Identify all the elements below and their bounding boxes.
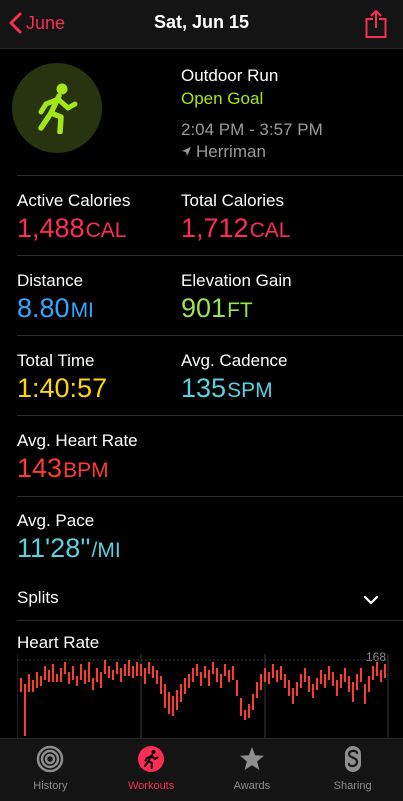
total-time-value: 1:40:57 [17, 373, 108, 403]
tab-label: Workouts [127, 780, 175, 792]
location-label: Herriman [196, 142, 266, 161]
heart-rate-title: Heart Rate [17, 633, 100, 652]
tab-awards[interactable]: Awards [202, 739, 303, 801]
divider [17, 415, 403, 416]
workout-type: Outdoor Run [181, 66, 279, 85]
avg-pace-value: 11'28''/MI [17, 533, 121, 563]
running-figure-icon [12, 63, 102, 153]
divider [17, 255, 403, 256]
divider [17, 620, 403, 621]
splits-row[interactable]: Splits [0, 580, 403, 616]
workout-location: Herriman [181, 142, 266, 162]
splits-label: Splits [17, 588, 59, 607]
tab-label: Sharing [333, 780, 372, 792]
page-title: Sat, Jun 15 [153, 12, 250, 32]
tab-label: History [33, 780, 68, 792]
workout-goal: Open Goal [181, 89, 264, 108]
location-arrow-icon [181, 142, 192, 162]
divider [17, 335, 403, 336]
tab-label: Awards [233, 780, 271, 792]
tab-bar: History Workouts Awards Sharing [0, 738, 403, 801]
avg-heart-rate-value: 143BPM [17, 453, 109, 483]
total-calories-value: 1,712CAL [181, 213, 291, 243]
awards-star-icon [238, 745, 266, 778]
active-calories-label: Active Calories [17, 191, 131, 210]
divider [17, 496, 403, 497]
tab-workouts[interactable]: Workouts [101, 739, 202, 801]
nav-bar: June Sat, Jun 15 [0, 0, 403, 49]
workout-time-range: 2:04 PM - 3:57 PM [181, 120, 323, 139]
sharing-icon [339, 745, 367, 778]
share-icon[interactable] [365, 9, 387, 44]
distance-label: Distance [17, 271, 84, 290]
divider [17, 175, 403, 176]
total-calories-label: Total Calories [181, 191, 284, 210]
avg-cadence-value: 135SPM [181, 373, 273, 403]
avg-heart-rate-label: Avg. Heart Rate [17, 431, 138, 450]
elevation-gain-label: Elevation Gain [181, 271, 292, 290]
heart-rate-chart [17, 654, 389, 738]
avg-pace-label: Avg. Pace [17, 511, 95, 530]
chevron-down-icon [363, 592, 379, 610]
history-rings-icon [36, 745, 64, 778]
tab-history[interactable]: History [0, 739, 101, 801]
distance-value: 8.80MI [17, 293, 94, 323]
active-calories-value: 1,488CAL [17, 213, 127, 243]
avg-cadence-label: Avg. Cadence [181, 351, 288, 370]
total-time-label: Total Time [17, 351, 95, 370]
workouts-runner-icon [137, 745, 165, 778]
tab-sharing[interactable]: Sharing [302, 739, 403, 801]
elevation-gain-value: 901FT [181, 293, 253, 323]
